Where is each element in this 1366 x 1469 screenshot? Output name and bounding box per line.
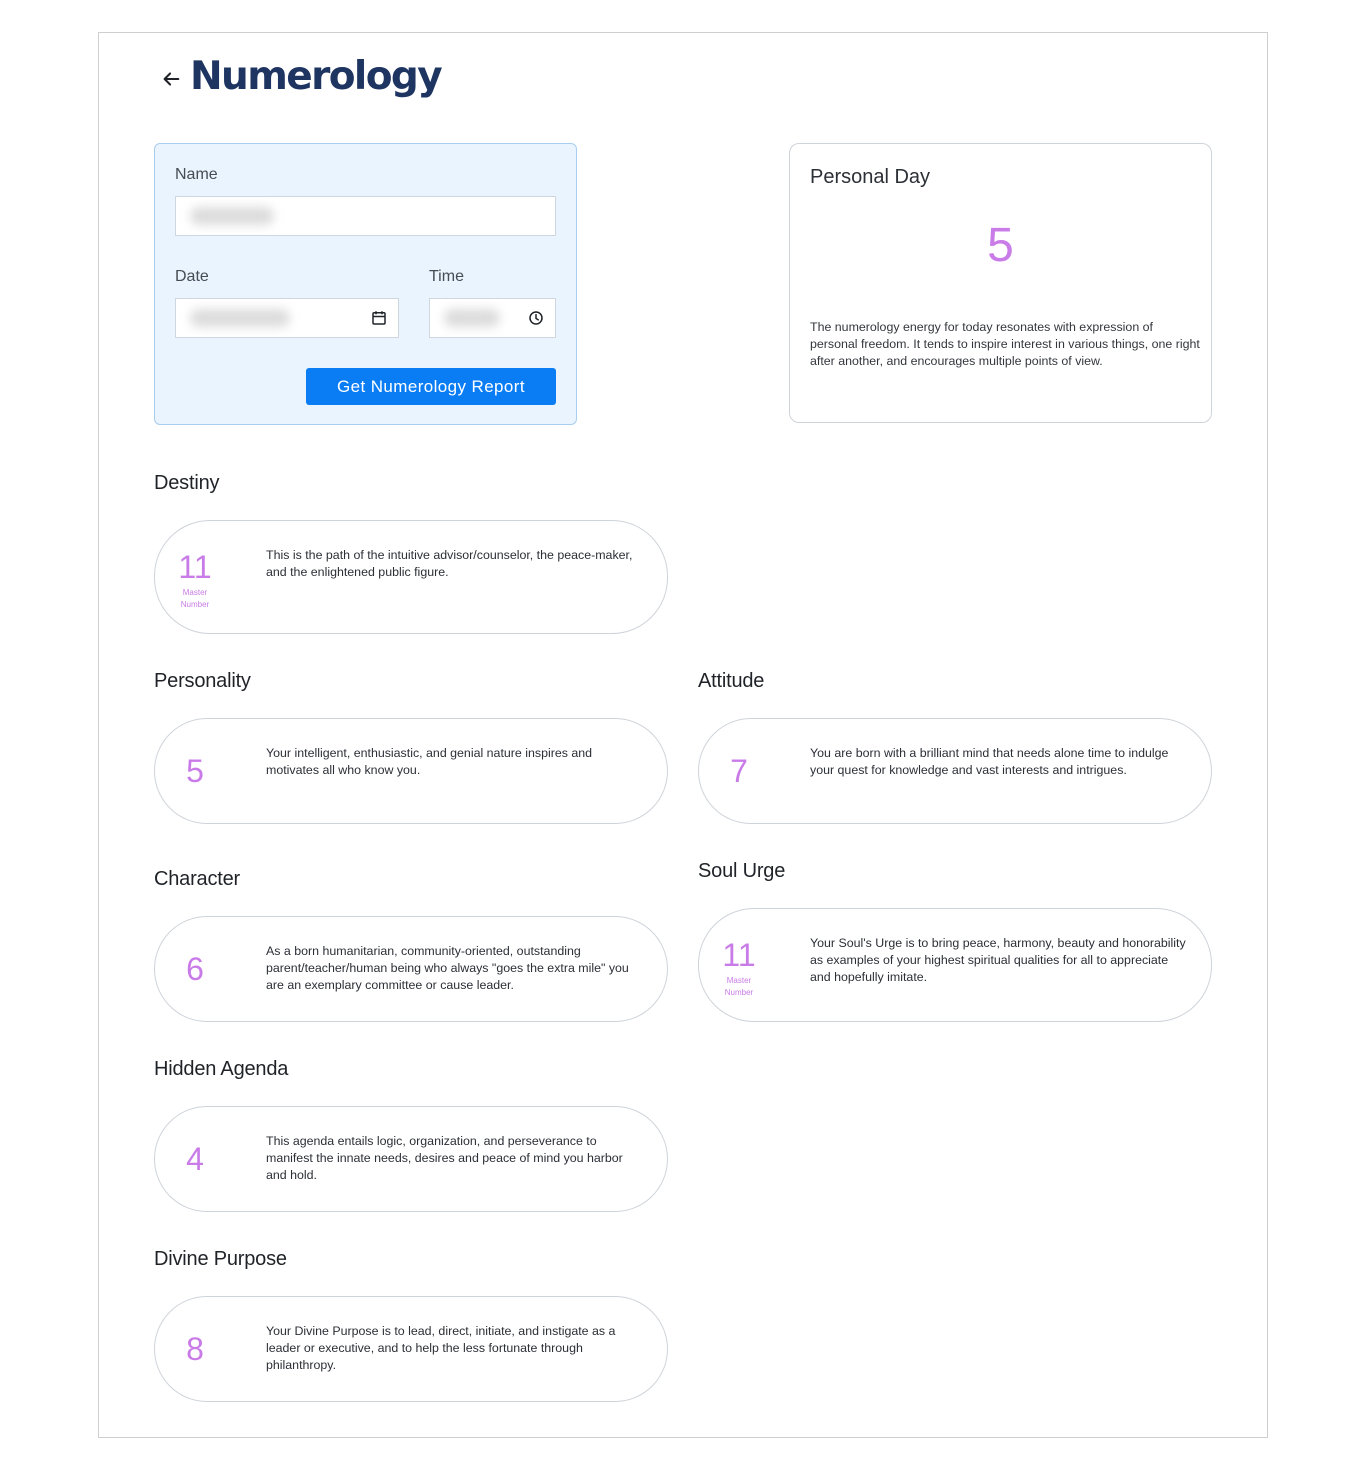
calendar-icon[interactable] — [370, 309, 388, 327]
destiny-number-label: Number — [180, 600, 210, 609]
character-title: Character — [154, 868, 241, 890]
divine-purpose-title: Divine Purpose — [154, 1248, 287, 1270]
get-report-button[interactable]: Get Numerology Report — [306, 368, 556, 405]
clock-icon[interactable] — [527, 309, 545, 327]
personal-day-number: 5 — [987, 219, 1014, 272]
character-number: 6 — [186, 951, 204, 987]
hidden-agenda-number-block: 4 — [155, 1143, 235, 1175]
soul-urge-description: Your Soul's Urge is to bring peace, harm… — [810, 936, 1186, 984]
page-title: Numerology — [190, 54, 443, 99]
destiny-title: Destiny — [154, 472, 220, 494]
character-card: 6 As a born humanitarian, community-orie… — [154, 916, 668, 1022]
soul-urge-number-label: Number — [724, 988, 754, 997]
name-label: Name — [175, 166, 218, 183]
soul-urge-card: 11 Master Number Your Soul's Urge is to … — [698, 908, 1212, 1022]
personal-day-title: Personal Day — [810, 166, 931, 188]
hidden-agenda-card: 4 This agenda entails logic, organizatio… — [154, 1106, 668, 1212]
attitude-card: 7 You are born with a brilliant mind tha… — [698, 718, 1212, 824]
destiny-description: This is the path of the intuitive adviso… — [266, 548, 633, 579]
destiny-card: 11 Master Number This is the path of the… — [154, 520, 668, 634]
attitude-number: 7 — [730, 753, 748, 789]
character-description: As a born humanitarian, community-orient… — [266, 944, 629, 992]
time-input[interactable] — [429, 298, 556, 338]
destiny-master-label: Master — [182, 588, 208, 597]
hidden-agenda-number: 4 — [186, 1141, 204, 1177]
attitude-description: You are born with a brilliant mind that … — [810, 746, 1169, 777]
personality-title: Personality — [154, 670, 251, 692]
attitude-number-block: 7 — [699, 755, 779, 787]
page-header: Numerology — [160, 54, 443, 99]
personality-card: 5 Your intelligent, enthusiastic, and ge… — [154, 718, 668, 824]
divine-purpose-number: 8 — [186, 1331, 204, 1367]
date-label: Date — [175, 268, 209, 285]
hidden-agenda-description: This agenda entails logic, organization,… — [266, 1134, 623, 1182]
name-input[interactable] — [175, 196, 556, 236]
time-value-redacted — [444, 309, 500, 327]
divine-purpose-description: Your Divine Purpose is to lead, direct, … — [266, 1324, 616, 1372]
date-value-redacted — [190, 309, 290, 327]
soul-urge-number: 11 — [722, 937, 756, 973]
soul-urge-number-block: 11 Master Number — [699, 939, 779, 999]
name-value-redacted — [190, 207, 274, 225]
soul-urge-master-label: Master — [726, 976, 752, 985]
numerology-form: Name Date Time Get Numerology Report — [154, 143, 577, 425]
divine-purpose-number-block: 8 — [155, 1333, 235, 1365]
destiny-number: 11 — [178, 549, 212, 585]
date-input[interactable] — [175, 298, 399, 338]
hidden-agenda-title: Hidden Agenda — [154, 1058, 289, 1080]
personal-day-description: The numerology energy for today resonate… — [810, 320, 1200, 368]
attitude-title: Attitude — [698, 670, 765, 692]
personality-description: Your intelligent, enthusiastic, and geni… — [266, 746, 593, 777]
personality-number: 5 — [186, 753, 204, 789]
divine-purpose-card: 8 Your Divine Purpose is to lead, direct… — [154, 1296, 668, 1402]
soul-urge-title: Soul Urge — [698, 860, 786, 882]
character-number-block: 6 — [155, 953, 235, 985]
back-arrow-icon[interactable] — [160, 68, 182, 90]
time-label: Time — [429, 268, 464, 285]
personality-number-block: 5 — [155, 755, 235, 787]
personal-day-card: Personal Day 5 The numerology energy for… — [789, 143, 1212, 423]
destiny-number-block: 11 Master Number — [155, 551, 235, 611]
